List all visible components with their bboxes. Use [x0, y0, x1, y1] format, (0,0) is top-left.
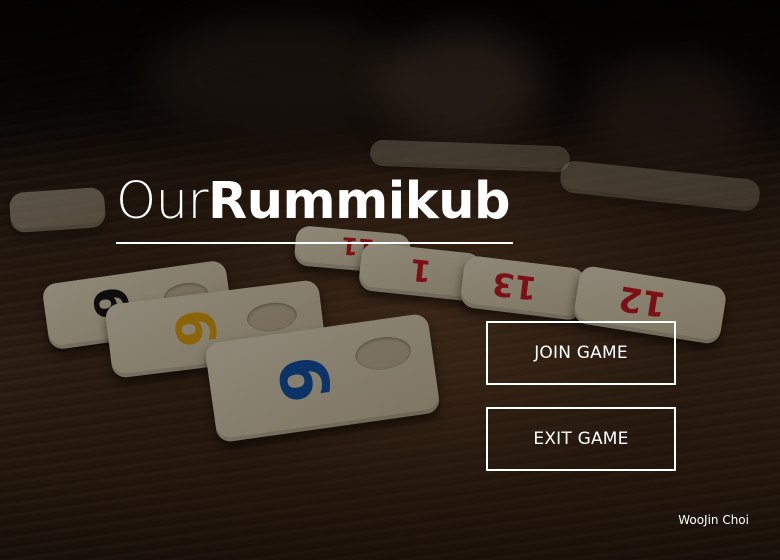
author-credit: WooJin Choi: [678, 513, 749, 527]
dim-overlay: [0, 0, 780, 560]
app-title: OurRummikub: [116, 168, 511, 236]
background-scene: 11 1 13 12 6 6 6: [0, 0, 780, 560]
exit-game-button[interactable]: EXIT GAME: [486, 407, 676, 471]
title-underline: [116, 242, 513, 244]
join-game-button[interactable]: JOIN GAME: [486, 321, 676, 385]
app-title-main: Rummikub: [207, 172, 511, 231]
app-title-prefix: Our: [116, 172, 208, 231]
